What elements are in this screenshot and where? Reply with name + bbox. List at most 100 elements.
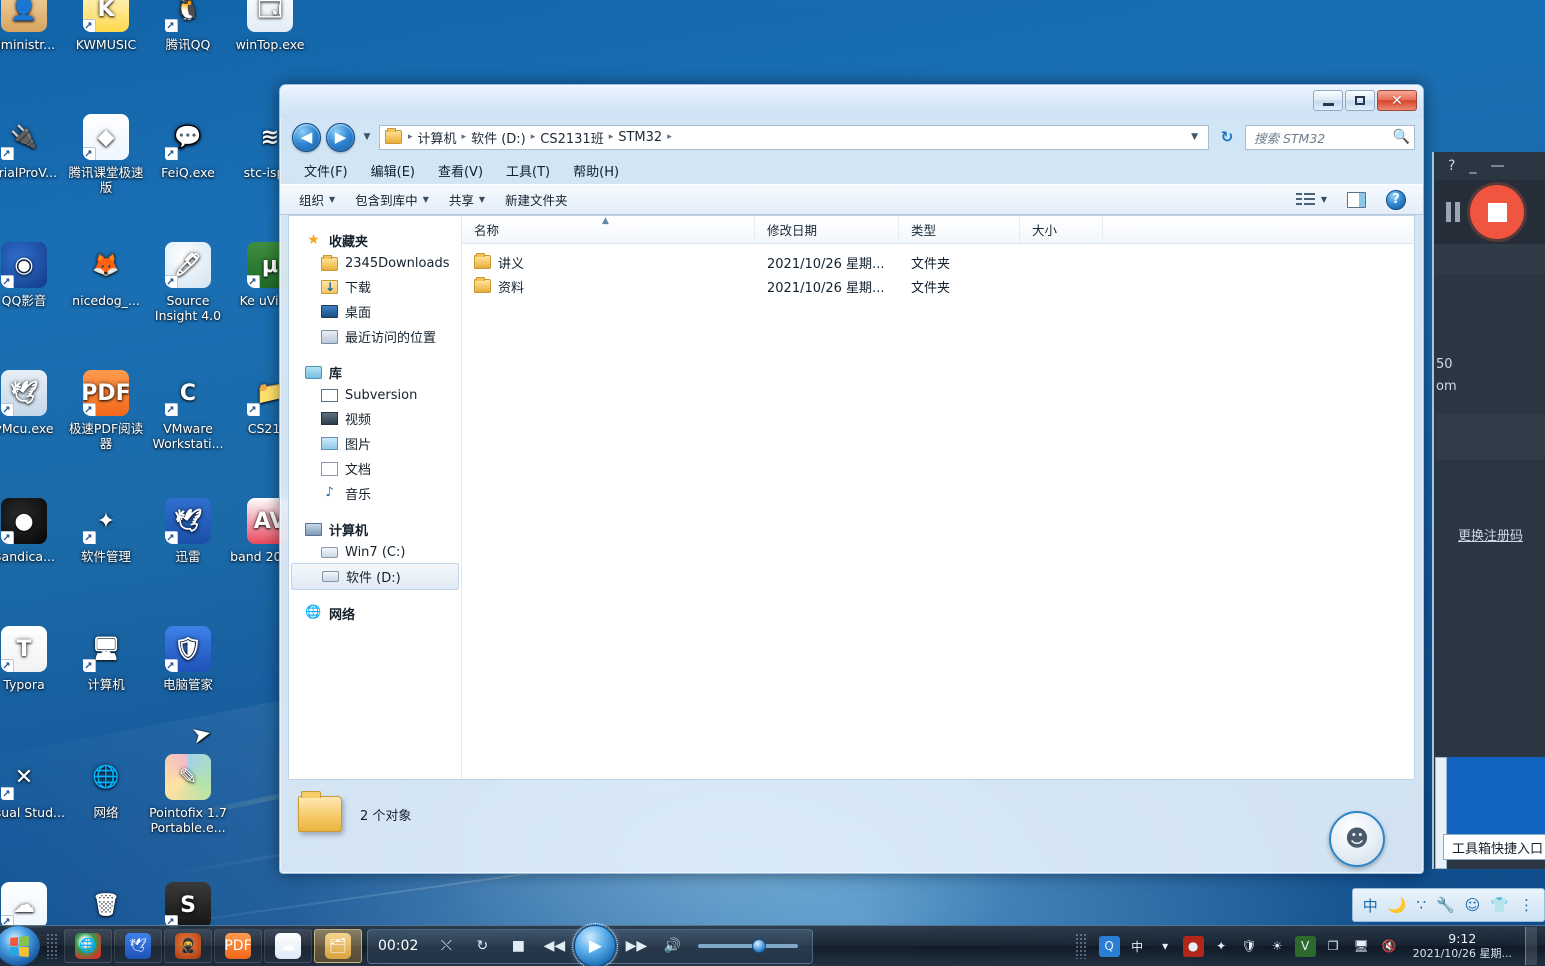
desktop-icon[interactable]: PDF ↗ 极速PDF阅读器 [64, 370, 148, 451]
menu-tools[interactable]: 工具(T) [496, 158, 560, 183]
ime-skin-icon[interactable]: 👕 [1490, 896, 1509, 914]
view-mode-button[interactable]: ▼ [1287, 187, 1336, 213]
column-header-type[interactable]: 类型 [899, 216, 1020, 243]
previous-button[interactable]: ◀◀ [536, 933, 572, 960]
desktop-icon[interactable]: ✕↗ Visual Stud... [0, 754, 66, 820]
include-in-library-button[interactable]: 包含到库中 ▼ [346, 185, 438, 214]
breadcrumb-item-drive[interactable]: 软件 (D:) [468, 128, 529, 147]
bandicam-tray-icon[interactable]: ● [1182, 935, 1204, 957]
desktop-icon[interactable]: ✦ ↗ 软件管理 [64, 498, 148, 564]
ime-punct-icon[interactable]: ∵ [1416, 896, 1426, 914]
minimize-button[interactable] [1313, 90, 1343, 111]
ime-mode-chinese[interactable]: 中 [1363, 895, 1378, 916]
maximize-button[interactable] [1345, 90, 1375, 111]
preview-pane-button[interactable] [1338, 187, 1375, 213]
file-list-pane[interactable]: 名称 ▲ 修改日期 类型 大小 讲义 2021/10/26 星期... 文件夹 … [462, 216, 1414, 779]
refresh-button[interactable]: ↻ [1214, 125, 1240, 150]
desktop-icon[interactable]: 👤 dministr... [0, 0, 66, 52]
desktop-icon[interactable]: 🕊 ↗ yMcu.exe [0, 370, 66, 436]
pc-manager-tray-icon[interactable]: 🛡 [1239, 936, 1260, 957]
vmware-tray-icon[interactable]: V [1294, 935, 1316, 957]
close-button[interactable]: ✕ [1377, 90, 1417, 111]
desktop-icon[interactable]: 🕊 ↗ 迅雷 [146, 498, 230, 564]
history-dropdown-button[interactable]: ▼ [360, 132, 374, 142]
sidebar-item-drive-c[interactable]: Win7 (C:) [289, 542, 461, 563]
menu-help[interactable]: 帮助(H) [563, 158, 629, 183]
explorer-window[interactable]: ✕ ◀ ▶ ▼ ▸ 计算机 ▸ 软件 (D:) ▸ CS2131班 ▸ STM3… [279, 84, 1424, 874]
address-bar[interactable]: ▸ 计算机 ▸ 软件 (D:) ▸ CS2131班 ▸ STM32 ▸ ▼ [379, 124, 1209, 150]
back-button[interactable]: ◀ [292, 122, 321, 152]
sidebar-item-2345downloads[interactable]: 2345Downloads [289, 253, 461, 274]
taskbar[interactable]: 🌐 🕊 🥷 PDF ☁ 🗂 00:02 ⤬ ↻ ■ ◀◀ ▶ ▶▶ 🔊 Q 中 ▾ ● ✦ 🛡 ☀ V ❐… [0, 923, 1545, 966]
stop-button[interactable] [1470, 185, 1524, 239]
sidebar-item-network[interactable]: 🌐 网络 [289, 601, 461, 626]
desktop-icon[interactable]: 🌐 网络 [64, 754, 148, 820]
column-header-size[interactable]: 大小 [1020, 216, 1103, 243]
window-titlebar[interactable]: ✕ [280, 85, 1423, 118]
show-desktop-button[interactable] [1525, 927, 1537, 965]
desktop-icon[interactable]: ◉ ↗ QQ影音 [0, 242, 66, 308]
taskbar-button-explorer[interactable]: 🗂 [314, 929, 362, 963]
taskbar-button-chrome[interactable]: 🌐 [64, 929, 112, 963]
start-button[interactable] [0, 926, 40, 966]
software-manager-tray-icon[interactable]: ✦ [1211, 936, 1232, 957]
taskbar-button-pdf-reader[interactable]: PDF [214, 929, 262, 963]
volume-tray-icon[interactable]: 🔇 [1379, 936, 1400, 957]
sidebar-item-desktop[interactable]: 桌面 [289, 299, 461, 324]
chevron-down-icon[interactable]: ▼ [1185, 132, 1204, 142]
minimize-icon[interactable]: _ [1469, 158, 1476, 174]
smiley-icon[interactable]: ☻ [1329, 811, 1385, 867]
shuffle-button[interactable]: ⤬ [428, 933, 464, 960]
next-button[interactable]: ▶▶ [618, 933, 654, 960]
desktop-icon[interactable]: 🖊 ↗ Source Insight 4.0 [146, 242, 230, 323]
desktop-icon[interactable]: 🛡 ↗ 电脑管家 [146, 626, 230, 692]
ime-toolbar[interactable]: 中 🌙 ∵ 🔧 ☺ 👕 ⋮ [1351, 888, 1545, 922]
forward-button[interactable]: ▶ [326, 122, 355, 152]
sunlogin-tray-icon[interactable]: ☀ [1267, 936, 1288, 957]
sidebar-item-downloads[interactable]: 下载 [289, 274, 461, 299]
new-folder-button[interactable]: 新建文件夹 [496, 185, 577, 214]
navigation-pane[interactable]: ★ 收藏夹 2345Downloads 下载 桌面 最近访问的位置 [289, 216, 462, 779]
menu-edit[interactable]: 编辑(E) [361, 158, 425, 183]
pause-button[interactable] [1446, 202, 1460, 222]
sidebar-item-subversion[interactable]: Subversion [289, 385, 461, 406]
tray-expand-icon[interactable]: ▾ [1155, 936, 1176, 957]
share-button[interactable]: 共享 ▼ [440, 185, 494, 214]
ime-more-icon[interactable]: ⋮ [1519, 896, 1534, 914]
clock[interactable]: 9:12 2021/10/26 星期... [1407, 931, 1512, 961]
desktop-icon[interactable]: 🔌↗ erialProV... [0, 114, 66, 180]
desktop-icon[interactable]: T ↗ Typora [0, 626, 66, 692]
quick-launch-grip[interactable] [46, 933, 57, 959]
breadcrumb-item-computer[interactable]: 计算机 [415, 128, 460, 147]
sidebar-item-libraries[interactable]: 库 [289, 360, 461, 385]
ime-moon-icon[interactable]: 🌙 [1388, 896, 1407, 914]
desktop-icon[interactable]: C ↗ VMware Workstati... [146, 370, 230, 451]
desktop-icon[interactable]: 🖥 ↗ 计算机 [64, 626, 148, 692]
network-tray-icon[interactable]: 🖥 [1351, 936, 1372, 957]
ime-tools-icon[interactable]: 🔧 [1436, 896, 1455, 914]
desktop-icon[interactable]: K ↗ KWMUSIC [64, 0, 148, 52]
table-row[interactable]: 资料 2021/10/26 星期... 文件夹 [462, 274, 1414, 298]
sidebar-item-recent-places[interactable]: 最近访问的位置 [289, 324, 461, 349]
menu-view[interactable]: 查看(V) [428, 158, 493, 183]
desktop-icon[interactable]: 🦊 nicedog_... [64, 242, 148, 308]
sidebar-item-pictures[interactable]: 图片 [289, 431, 461, 456]
sidebar-item-favorites[interactable]: ★ 收藏夹 [289, 228, 461, 253]
sidebar-item-documents[interactable]: 文档 [289, 456, 461, 481]
file-name-cell[interactable]: 资料 [462, 277, 755, 296]
file-name-cell[interactable]: 讲义 [462, 253, 755, 272]
search-input[interactable]: 搜索 STM32 🔍 [1245, 124, 1415, 150]
volume-button[interactable]: 🔊 [654, 933, 690, 960]
desktop-icon[interactable]: ◆ ↗ 腾讯课堂极速版 [64, 114, 148, 195]
qq-tray-icon[interactable]: Q [1098, 935, 1120, 957]
taskbar-button-ninja-app[interactable]: 🥷 [164, 929, 212, 963]
volume-slider[interactable] [698, 939, 799, 953]
column-header-modified[interactable]: 修改日期 [755, 216, 899, 243]
organize-button[interactable]: 组织 ▼ [290, 185, 344, 214]
help-button[interactable]: ? [1377, 185, 1415, 215]
desktop-icon[interactable]: ●↗ Bandica... [0, 498, 66, 564]
tray-grip[interactable] [1074, 933, 1086, 959]
sidebar-item-computer[interactable]: 计算机 [289, 517, 461, 542]
repeat-button[interactable]: ↻ [464, 933, 500, 960]
breadcrumb-item-stm32[interactable]: STM32 [615, 130, 665, 145]
